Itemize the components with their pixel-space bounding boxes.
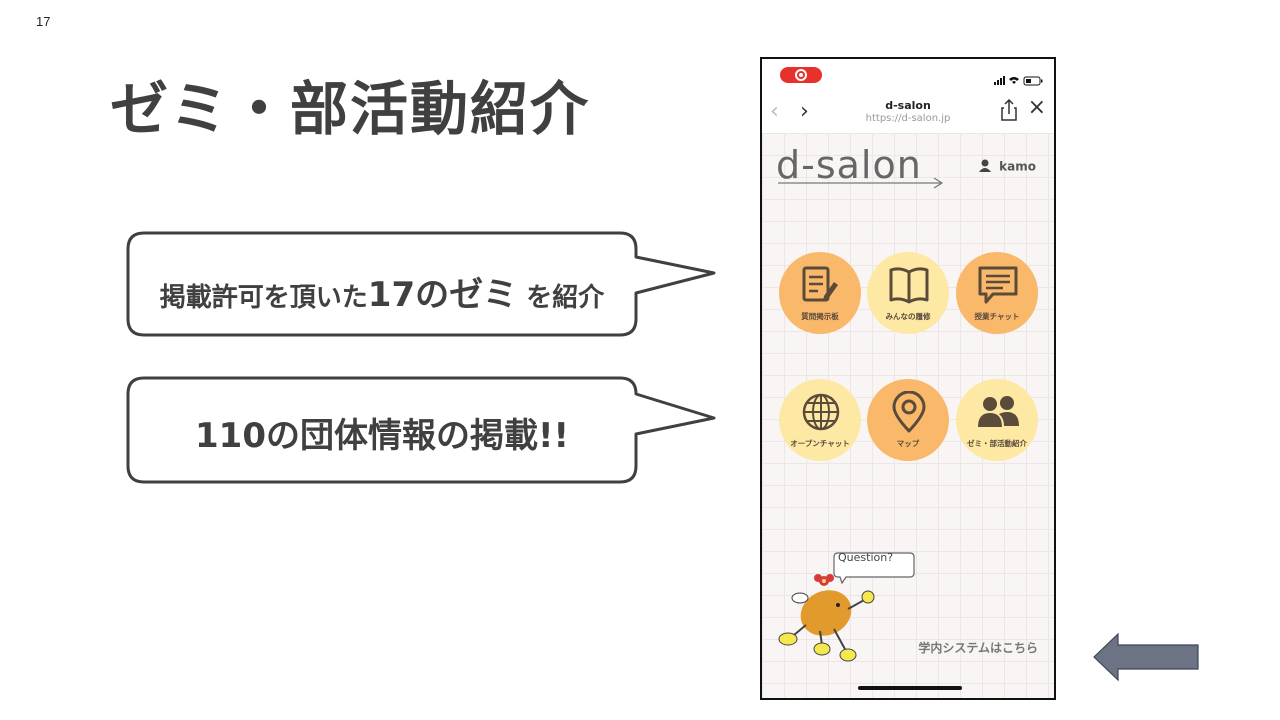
bubble-highlight: 17のゼミ (367, 275, 518, 315)
speech-bubble-seminars: 掲載許可を頂いた17のゼミ を紹介 (126, 231, 726, 339)
home-indicator (858, 686, 962, 690)
people-icon (978, 396, 1019, 427)
bubble-prefix: 掲載許可を頂いた (159, 283, 368, 313)
user-name: kamo (999, 159, 1036, 174)
screen-recording-indicator (780, 67, 822, 83)
phone-screenshot: ‹ › d-salon https://d-salon.jp × d-salon… (760, 57, 1056, 700)
left-arrow-icon (1093, 632, 1199, 682)
user-account[interactable]: kamo (979, 159, 1036, 175)
logo-arrow-underline (778, 177, 944, 189)
menu-map-button[interactable]: マップ (867, 379, 949, 461)
globe-icon (802, 393, 840, 431)
menu-label: 質問掲示板 (801, 312, 839, 321)
menu-seminars-clubs-button[interactable]: ゼミ・部活動紹介 (956, 379, 1038, 461)
status-bar (762, 59, 1054, 89)
open-book-icon (889, 267, 929, 304)
status-icons (994, 71, 1044, 90)
menu-label: マップ (896, 439, 920, 448)
bubble-suffix: を紹介 (526, 283, 605, 313)
bubble-text: 掲載許可を頂いた17のゼミ を紹介 (126, 267, 638, 316)
menu-label: オープンチャット (790, 439, 850, 448)
slide-title: ゼミ・部活動紹介 (110, 75, 591, 143)
signal-wifi-battery-icon (994, 76, 1043, 86)
bubble-text: 110の団体情報の掲載!! (195, 416, 569, 456)
menu-label: 授業チャット (974, 312, 1020, 321)
speech-bubble-groups: 110の団体情報の掲載!! (126, 376, 726, 486)
menu-label: みんなの履修 (885, 312, 931, 321)
notepad-pencil-icon (802, 266, 838, 302)
menu-open-chat-button[interactable]: オープンチャット (779, 379, 861, 461)
menu-question-board-button[interactable]: 質問掲示板 (779, 252, 861, 334)
user-icon (979, 159, 992, 175)
map-pin-icon (892, 391, 926, 433)
chat-bubble-icon (978, 266, 1018, 304)
menu-course-history-button[interactable]: みんなの履修 (867, 252, 949, 334)
campus-system-link[interactable]: 学内システムはこちら (918, 639, 1038, 656)
slide-number: 17 (36, 14, 51, 29)
mascot-illustration (778, 552, 915, 662)
browser-navbar: ‹ › d-salon https://d-salon.jp × (762, 89, 1054, 133)
app-content: d-salon kamo 質問掲示板 みんなの履修 授業チャット オープンチャッ… (762, 133, 1054, 698)
menu-class-chat-button[interactable]: 授業チャット (956, 252, 1038, 334)
menu-label: ゼミ・部活動紹介 (967, 439, 1027, 448)
close-icon[interactable]: × (1028, 95, 1046, 120)
mascot-speech-text: Question? (838, 551, 894, 564)
share-icon[interactable] (1000, 98, 1018, 125)
